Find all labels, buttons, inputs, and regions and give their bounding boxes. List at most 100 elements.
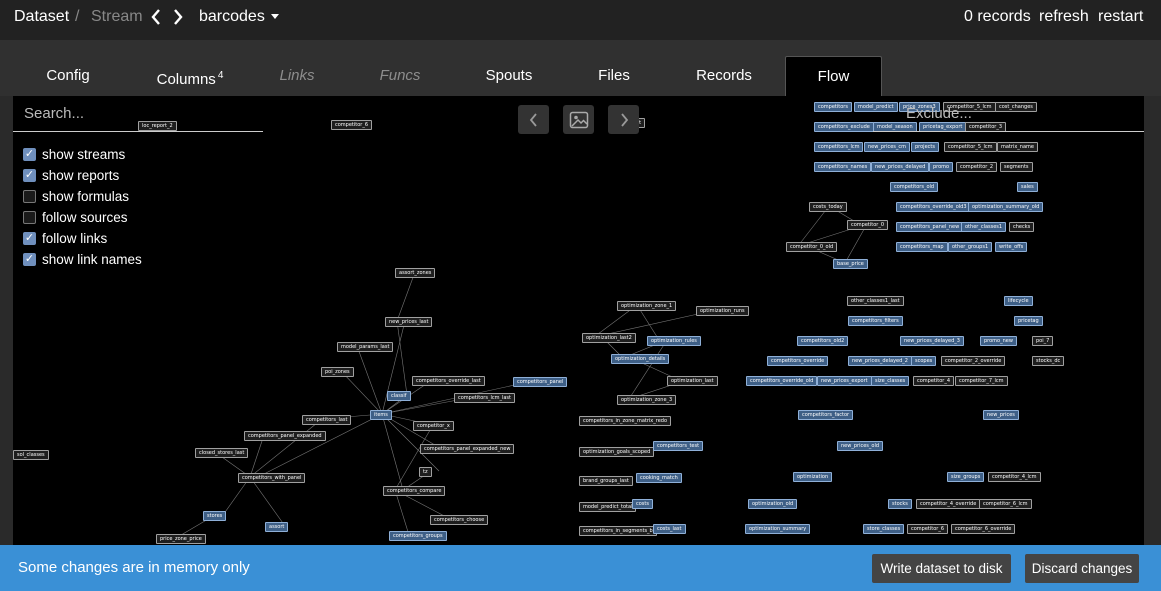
graph-node[interactable]: competitors_lcm bbox=[814, 142, 864, 152]
graph-node[interactable]: competitors bbox=[814, 102, 852, 112]
graph-node[interactable]: optimization_zone_3 bbox=[617, 395, 677, 405]
graph-node[interactable]: competitors_in_segments_b bbox=[579, 526, 657, 536]
graph-node[interactable]: new_prices_export bbox=[817, 376, 872, 386]
graph-node[interactable]: competitor_6_override bbox=[951, 524, 1016, 534]
graph-node[interactable]: new_prices_delayed bbox=[871, 162, 930, 172]
graph-node[interactable]: competitors_panel bbox=[513, 377, 568, 387]
tab-config[interactable]: Config bbox=[26, 56, 110, 96]
graph-node[interactable]: costs bbox=[632, 499, 653, 509]
graph-node[interactable]: optimization_runs bbox=[696, 306, 749, 316]
graph-node[interactable]: scopes bbox=[911, 356, 937, 366]
graph-node[interactable]: optimization_last bbox=[667, 376, 718, 386]
graph-node[interactable]: lifecycle bbox=[1004, 296, 1033, 306]
graph-node[interactable]: optimization_zone_1 bbox=[617, 301, 677, 311]
graph-node[interactable]: poi_zones bbox=[321, 367, 354, 377]
graph-node[interactable]: size_groups bbox=[947, 472, 985, 482]
graph-node[interactable]: cooking_match bbox=[636, 473, 682, 483]
exclude-input[interactable] bbox=[873, 96, 1144, 132]
tab-links[interactable]: Links bbox=[262, 56, 332, 96]
graph-node[interactable]: competitor_2_override bbox=[941, 356, 1006, 366]
graph-node[interactable]: promo_new bbox=[980, 336, 1017, 346]
graph-node[interactable]: competitor_6 bbox=[907, 524, 949, 534]
graph-node[interactable]: costs_today bbox=[809, 202, 847, 212]
refresh-link[interactable]: refresh bbox=[1039, 7, 1089, 27]
option-show-formulas[interactable]: ✓ show formulas bbox=[23, 186, 142, 207]
graph-node[interactable]: model_params_last bbox=[337, 342, 394, 352]
breadcrumb-dataset[interactable]: Dataset bbox=[14, 7, 69, 27]
checkbox[interactable]: ✓ bbox=[23, 253, 36, 266]
graph-node[interactable]: optimization_details bbox=[611, 354, 670, 364]
search-input[interactable] bbox=[13, 96, 263, 132]
tab-flow[interactable]: Flow bbox=[785, 56, 882, 96]
tab-spouts[interactable]: Spouts bbox=[470, 56, 548, 96]
graph-node[interactable]: other_groups1 bbox=[948, 242, 993, 252]
graph-node[interactable]: competitors_old2 bbox=[797, 336, 849, 346]
graph-node[interactable]: base_price bbox=[833, 259, 868, 269]
graph-node[interactable]: optimization_summary bbox=[745, 524, 811, 534]
graph-node[interactable]: competitor_4 bbox=[913, 376, 955, 386]
graph-node[interactable]: other_classes1_last bbox=[847, 296, 904, 306]
graph-node[interactable]: competitors_override_old3 bbox=[896, 202, 971, 212]
graph-node[interactable]: competitors_test bbox=[653, 441, 704, 451]
graph-node[interactable]: stores bbox=[203, 511, 227, 521]
graph-node[interactable]: competitors_panel_expanded_new bbox=[420, 444, 515, 454]
graph-node[interactable]: new_prices_cm bbox=[864, 142, 911, 152]
graph-node[interactable]: closed_stores_last bbox=[195, 448, 249, 458]
prev-button[interactable] bbox=[518, 105, 549, 134]
next-button[interactable] bbox=[608, 105, 639, 134]
graph-node[interactable]: tz bbox=[419, 467, 432, 477]
scrollbar-track[interactable] bbox=[1144, 96, 1161, 545]
option-show-link-names[interactable]: ✓ show link names bbox=[23, 249, 142, 270]
graph-node[interactable]: competitors_map bbox=[896, 242, 948, 252]
graph-node[interactable]: other_classes1 bbox=[961, 222, 1007, 232]
graph-node[interactable]: optimization_rules bbox=[647, 336, 701, 346]
graph-node[interactable]: competitors_override bbox=[767, 356, 829, 366]
tab-columns[interactable]: Columns 4 bbox=[140, 56, 240, 96]
graph-node[interactable]: stocks_dc bbox=[1032, 356, 1065, 366]
graph-node[interactable]: competitors_choose bbox=[430, 515, 489, 525]
tab-files[interactable]: Files bbox=[582, 56, 646, 96]
graph-node[interactable]: competitor_x bbox=[413, 421, 454, 431]
graph-node[interactable]: competitors_panel_expanded bbox=[244, 431, 326, 441]
graph-node[interactable]: optimization_last2 bbox=[582, 333, 636, 343]
graph-node[interactable]: model_predict_total bbox=[579, 502, 637, 512]
graph-node[interactable]: optimization bbox=[793, 472, 833, 482]
write-dataset-button[interactable]: Write dataset to disk bbox=[872, 554, 1011, 583]
graph-node[interactable]: assort bbox=[265, 522, 289, 532]
graph-node[interactable]: competitors_in_zone_matrix_redo bbox=[579, 416, 671, 426]
graph-node[interactable]: assort_zones bbox=[395, 268, 436, 278]
graph-node[interactable]: competitors_exclude bbox=[814, 122, 874, 132]
graph-node[interactable]: competitor_4_override bbox=[916, 499, 981, 509]
graph-node[interactable]: competitor_2 bbox=[956, 162, 998, 172]
graph-node[interactable]: sales bbox=[1017, 182, 1038, 192]
graph-node[interactable]: segments bbox=[1000, 162, 1033, 172]
export-image-button[interactable] bbox=[563, 105, 594, 134]
chevron-right-icon[interactable] bbox=[172, 8, 184, 26]
graph-node[interactable]: optimization_goals_scoped bbox=[579, 447, 655, 457]
graph-node[interactable]: competitors_compare bbox=[383, 486, 446, 496]
restart-link[interactable]: restart bbox=[1098, 7, 1143, 27]
graph-node[interactable]: poi_7 bbox=[1032, 336, 1054, 346]
graph-node[interactable]: competitors_names bbox=[814, 162, 872, 172]
graph-node[interactable]: new_prices_last bbox=[385, 317, 433, 327]
graph-node[interactable]: competitors_panel_new bbox=[896, 222, 964, 232]
option-follow-sources[interactable]: ✓ follow sources bbox=[23, 207, 142, 228]
graph-node[interactable]: price_zone_price bbox=[156, 534, 206, 544]
checkbox[interactable]: ✓ bbox=[23, 232, 36, 245]
graph-node[interactable]: competitors_lcm_last bbox=[454, 393, 515, 403]
graph-node[interactable]: competitor_5_lcm bbox=[944, 142, 997, 152]
graph-node[interactable]: competitors_old bbox=[890, 182, 939, 192]
option-show-streams[interactable]: ✓ show streams bbox=[23, 144, 142, 165]
graph-node[interactable]: items bbox=[370, 410, 392, 420]
graph-node[interactable]: competitor_0_old bbox=[786, 242, 838, 252]
graph-node[interactable]: competitor_7_lcm bbox=[955, 376, 1008, 386]
graph-node[interactable]: matrix_name bbox=[997, 142, 1038, 152]
checkbox[interactable]: ✓ bbox=[23, 148, 36, 161]
graph-node[interactable]: competitor_4_lcm bbox=[988, 472, 1041, 482]
graph-node[interactable]: new_prices_delayed_3 bbox=[900, 336, 964, 346]
graph-node[interactable]: competitor_0 bbox=[847, 220, 889, 230]
graph-node[interactable]: competitor_6 bbox=[331, 120, 373, 130]
graph-node[interactable]: sol_classes bbox=[13, 450, 49, 460]
breadcrumb-stream[interactable]: Stream bbox=[91, 7, 143, 27]
dataset-selector[interactable]: barcodes bbox=[199, 7, 279, 27]
